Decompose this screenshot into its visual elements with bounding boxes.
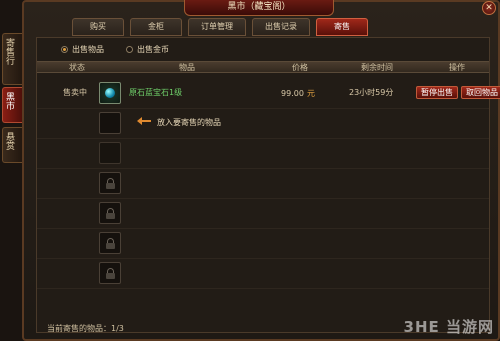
header-action: 操作 xyxy=(449,63,465,72)
tab-order-management[interactable]: 订单管理 xyxy=(188,18,246,36)
sell-type-selector: 出售物品 出售金币 xyxy=(61,44,169,55)
tab-sales-history[interactable]: 出售记录 xyxy=(252,18,310,36)
row-divider xyxy=(37,168,489,169)
close-button[interactable]: ✕ xyxy=(482,1,496,15)
row-divider xyxy=(37,258,489,259)
price-currency: 元 xyxy=(307,89,315,98)
lock-icon xyxy=(106,208,115,219)
header-price: 价格 xyxy=(292,63,308,72)
retrieve-item-button[interactable]: 取回物品 xyxy=(461,86,500,99)
window-title: 黑市（藏宝阁） xyxy=(184,0,334,16)
consign-panel: 出售物品 出售金币 状态 物品 价格 剩余时间 操作 售卖中 原石蓝宝石1级 9… xyxy=(36,37,500,333)
radio-label: 出售金币 xyxy=(137,45,169,54)
row-divider xyxy=(37,138,489,139)
row-divider xyxy=(37,288,489,289)
side-tab-black-market[interactable]: 黑市 xyxy=(2,87,22,123)
locked-slot xyxy=(99,262,121,284)
tab-buy[interactable]: 购买 xyxy=(72,18,124,36)
row-divider xyxy=(37,108,489,109)
inactive-item-slot xyxy=(99,142,121,164)
header-remaining: 剩余时间 xyxy=(361,63,393,72)
header-item: 物品 xyxy=(179,63,195,72)
radio-sell-gold[interactable]: 出售金币 xyxy=(126,44,169,55)
locked-slot xyxy=(99,202,121,224)
market-window: 黑市（藏宝阁） ✕ 购买 金柜 订单管理 出售记录 寄售 出售物品 出售金币 状… xyxy=(22,0,500,341)
drop-hint: 放入要寄售的物品 xyxy=(157,118,221,127)
lock-icon xyxy=(106,178,115,189)
lock-icon xyxy=(106,238,115,249)
pause-sale-button[interactable]: 暂停出售 xyxy=(416,86,458,99)
table-header: 状态 物品 价格 剩余时间 操作 xyxy=(37,61,489,73)
row-divider xyxy=(37,198,489,199)
top-tab-bar: 购买 金柜 订单管理 出售记录 寄售 xyxy=(72,18,368,36)
empty-item-slot[interactable] xyxy=(99,112,121,134)
watermark-logo: 3HE 当游网 xyxy=(403,318,494,336)
side-tab-label: 寄售行 xyxy=(4,38,14,65)
header-status: 状态 xyxy=(69,63,85,72)
radio-dot-icon xyxy=(61,46,68,53)
radio-sell-items[interactable]: 出售物品 xyxy=(61,44,104,55)
consign-count: 当前寄售的物品：1/3 xyxy=(47,324,124,333)
locked-slot xyxy=(99,232,121,254)
radio-dot-icon xyxy=(126,46,133,53)
radio-label: 出售物品 xyxy=(72,45,104,54)
tab-consign[interactable]: 寄售 xyxy=(316,18,368,36)
tab-vault[interactable]: 金柜 xyxy=(130,18,182,36)
locked-slot xyxy=(99,172,121,194)
remaining-time: 23小时59分 xyxy=(349,88,394,97)
side-tab-label: 悬赏 xyxy=(4,132,14,150)
item-slot[interactable] xyxy=(99,82,121,104)
lock-icon xyxy=(106,268,115,279)
side-tab-bounty[interactable]: 悬赏 xyxy=(2,127,22,163)
item-name[interactable]: 原石蓝宝石1级 xyxy=(129,88,182,98)
side-tab-consignment[interactable]: 寄售行 xyxy=(2,33,22,85)
arrow-left-icon xyxy=(137,117,151,125)
sapphire-gem-icon xyxy=(105,88,115,98)
item-price: 99.00 xyxy=(281,89,304,98)
row-divider xyxy=(37,228,489,229)
side-tab-label: 黑市 xyxy=(4,92,14,110)
row-status: 售卖中 xyxy=(63,88,87,97)
